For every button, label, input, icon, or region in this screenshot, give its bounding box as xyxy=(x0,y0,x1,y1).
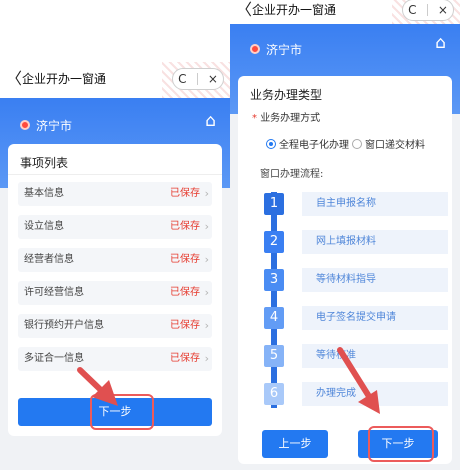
step-number: 4 xyxy=(264,307,284,329)
radio-selected-icon xyxy=(266,138,276,149)
back-icon[interactable]: 〈 xyxy=(6,69,22,89)
prev-button[interactable]: 上一步 xyxy=(262,430,328,458)
chevron-right-icon: › xyxy=(204,352,209,365)
status-text: 已保存 xyxy=(170,287,200,298)
item-label: 经营者信息 xyxy=(24,254,74,265)
city-label[interactable]: 济宁市 xyxy=(266,41,302,58)
list-item[interactable]: 设立信息 已保存 › xyxy=(18,215,212,239)
status-text: 已保存 xyxy=(170,353,200,364)
capsule-divider xyxy=(196,73,198,85)
status-text: 已保存 xyxy=(170,221,200,232)
radio-full-electronic[interactable]: 全程电子化办理 xyxy=(266,136,349,151)
chevron-right-icon: › xyxy=(204,286,209,299)
step-number: 2 xyxy=(264,231,284,253)
step-number: 1 xyxy=(264,193,284,215)
method-label: * 业务办理方式 xyxy=(252,109,320,124)
title-bar: 〈 企业开办一窗通 C × xyxy=(230,0,460,24)
refresh-icon[interactable]: C xyxy=(178,72,186,86)
left-screen: 〈 企业开办一窗通 C × 济宁市 ⌂ 事项列表 基本信息 已保存 › 设立信息… xyxy=(0,62,230,470)
step-item: 自主申报名称 xyxy=(302,192,448,216)
flow-label: 窗口办理流程: xyxy=(260,169,324,180)
status-text: 已保存 xyxy=(170,254,200,265)
business-type-card: 业务办理类型 * 业务办理方式 全程电子化办理 窗口递交材料 窗口办理流程: 1… xyxy=(238,76,452,464)
item-list-card: 事项列表 基本信息 已保存 › 设立信息 已保存 › 经营者信息 已保存 › 许… xyxy=(8,144,222,436)
step-item: 等待材料指导 xyxy=(302,268,448,292)
method-label-text: 业务办理方式 xyxy=(260,113,321,124)
radio-label: 全程电子化办理 xyxy=(279,140,349,151)
step-number: 3 xyxy=(264,269,284,291)
chevron-right-icon: › xyxy=(204,187,209,200)
mini-program-capsule: C × xyxy=(402,0,454,21)
highlight-box xyxy=(90,394,154,430)
required-mark: * xyxy=(252,113,257,124)
card-title: 事项列表 xyxy=(20,156,69,170)
item-label: 许可经营信息 xyxy=(24,287,84,298)
highlight-box xyxy=(368,426,434,462)
title-bar: 〈 企业开办一窗通 C × xyxy=(0,62,230,98)
step-number: 5 xyxy=(264,345,284,367)
progress-line xyxy=(271,192,277,408)
status-text: 已保存 xyxy=(170,188,200,199)
location-pin-icon xyxy=(250,44,260,54)
list-item[interactable]: 经营者信息 已保存 › xyxy=(18,248,212,272)
home-icon[interactable]: ⌂ xyxy=(205,112,216,130)
list-item[interactable]: 基本信息 已保存 › xyxy=(18,182,212,206)
step-item: 电子签名提交申请 xyxy=(302,306,448,330)
window-title: 企业开办一窗通 xyxy=(22,72,107,86)
status-text: 已保存 xyxy=(170,320,200,331)
close-icon[interactable]: × xyxy=(208,72,218,86)
mini-program-capsule: C × xyxy=(172,68,224,90)
step-item: 等待核准 xyxy=(302,344,448,368)
item-label: 银行预约开户信息 xyxy=(24,320,104,331)
list-item[interactable]: 许可经营信息 已保存 › xyxy=(18,281,212,305)
chevron-right-icon: › xyxy=(204,253,209,266)
capsule-divider xyxy=(426,4,428,16)
radio-unselected-icon xyxy=(352,138,362,149)
location-pin-icon xyxy=(20,120,30,130)
divider xyxy=(8,174,222,175)
refresh-icon[interactable]: C xyxy=(408,3,416,17)
city-label[interactable]: 济宁市 xyxy=(36,117,72,134)
step-item: 办理完成 xyxy=(302,382,448,406)
list-item[interactable]: 多证合一信息 已保存 › xyxy=(18,347,212,371)
list-item[interactable]: 银行预约开户信息 已保存 › xyxy=(18,314,212,338)
home-icon[interactable]: ⌂ xyxy=(435,34,446,52)
window-title: 企业开办一窗通 xyxy=(252,3,337,17)
item-label: 设立信息 xyxy=(24,221,64,232)
chevron-right-icon: › xyxy=(204,319,209,332)
item-label: 基本信息 xyxy=(24,188,64,199)
back-icon[interactable]: 〈 xyxy=(236,0,252,20)
close-icon[interactable]: × xyxy=(438,3,448,17)
radio-label: 窗口递交材料 xyxy=(365,140,425,151)
step-number: 6 xyxy=(264,383,284,405)
right-screen: 〈 企业开办一窗通 C × 济宁市 ⌂ 业务办理类型 * 业务办理方式 全程电子… xyxy=(230,0,460,470)
chevron-right-icon: › xyxy=(204,220,209,233)
card-title: 业务办理类型 xyxy=(250,88,323,102)
radio-window-submit[interactable]: 窗口递交材料 xyxy=(352,136,425,151)
step-item: 网上填报材料 xyxy=(302,230,448,254)
item-label: 多证合一信息 xyxy=(24,353,84,364)
